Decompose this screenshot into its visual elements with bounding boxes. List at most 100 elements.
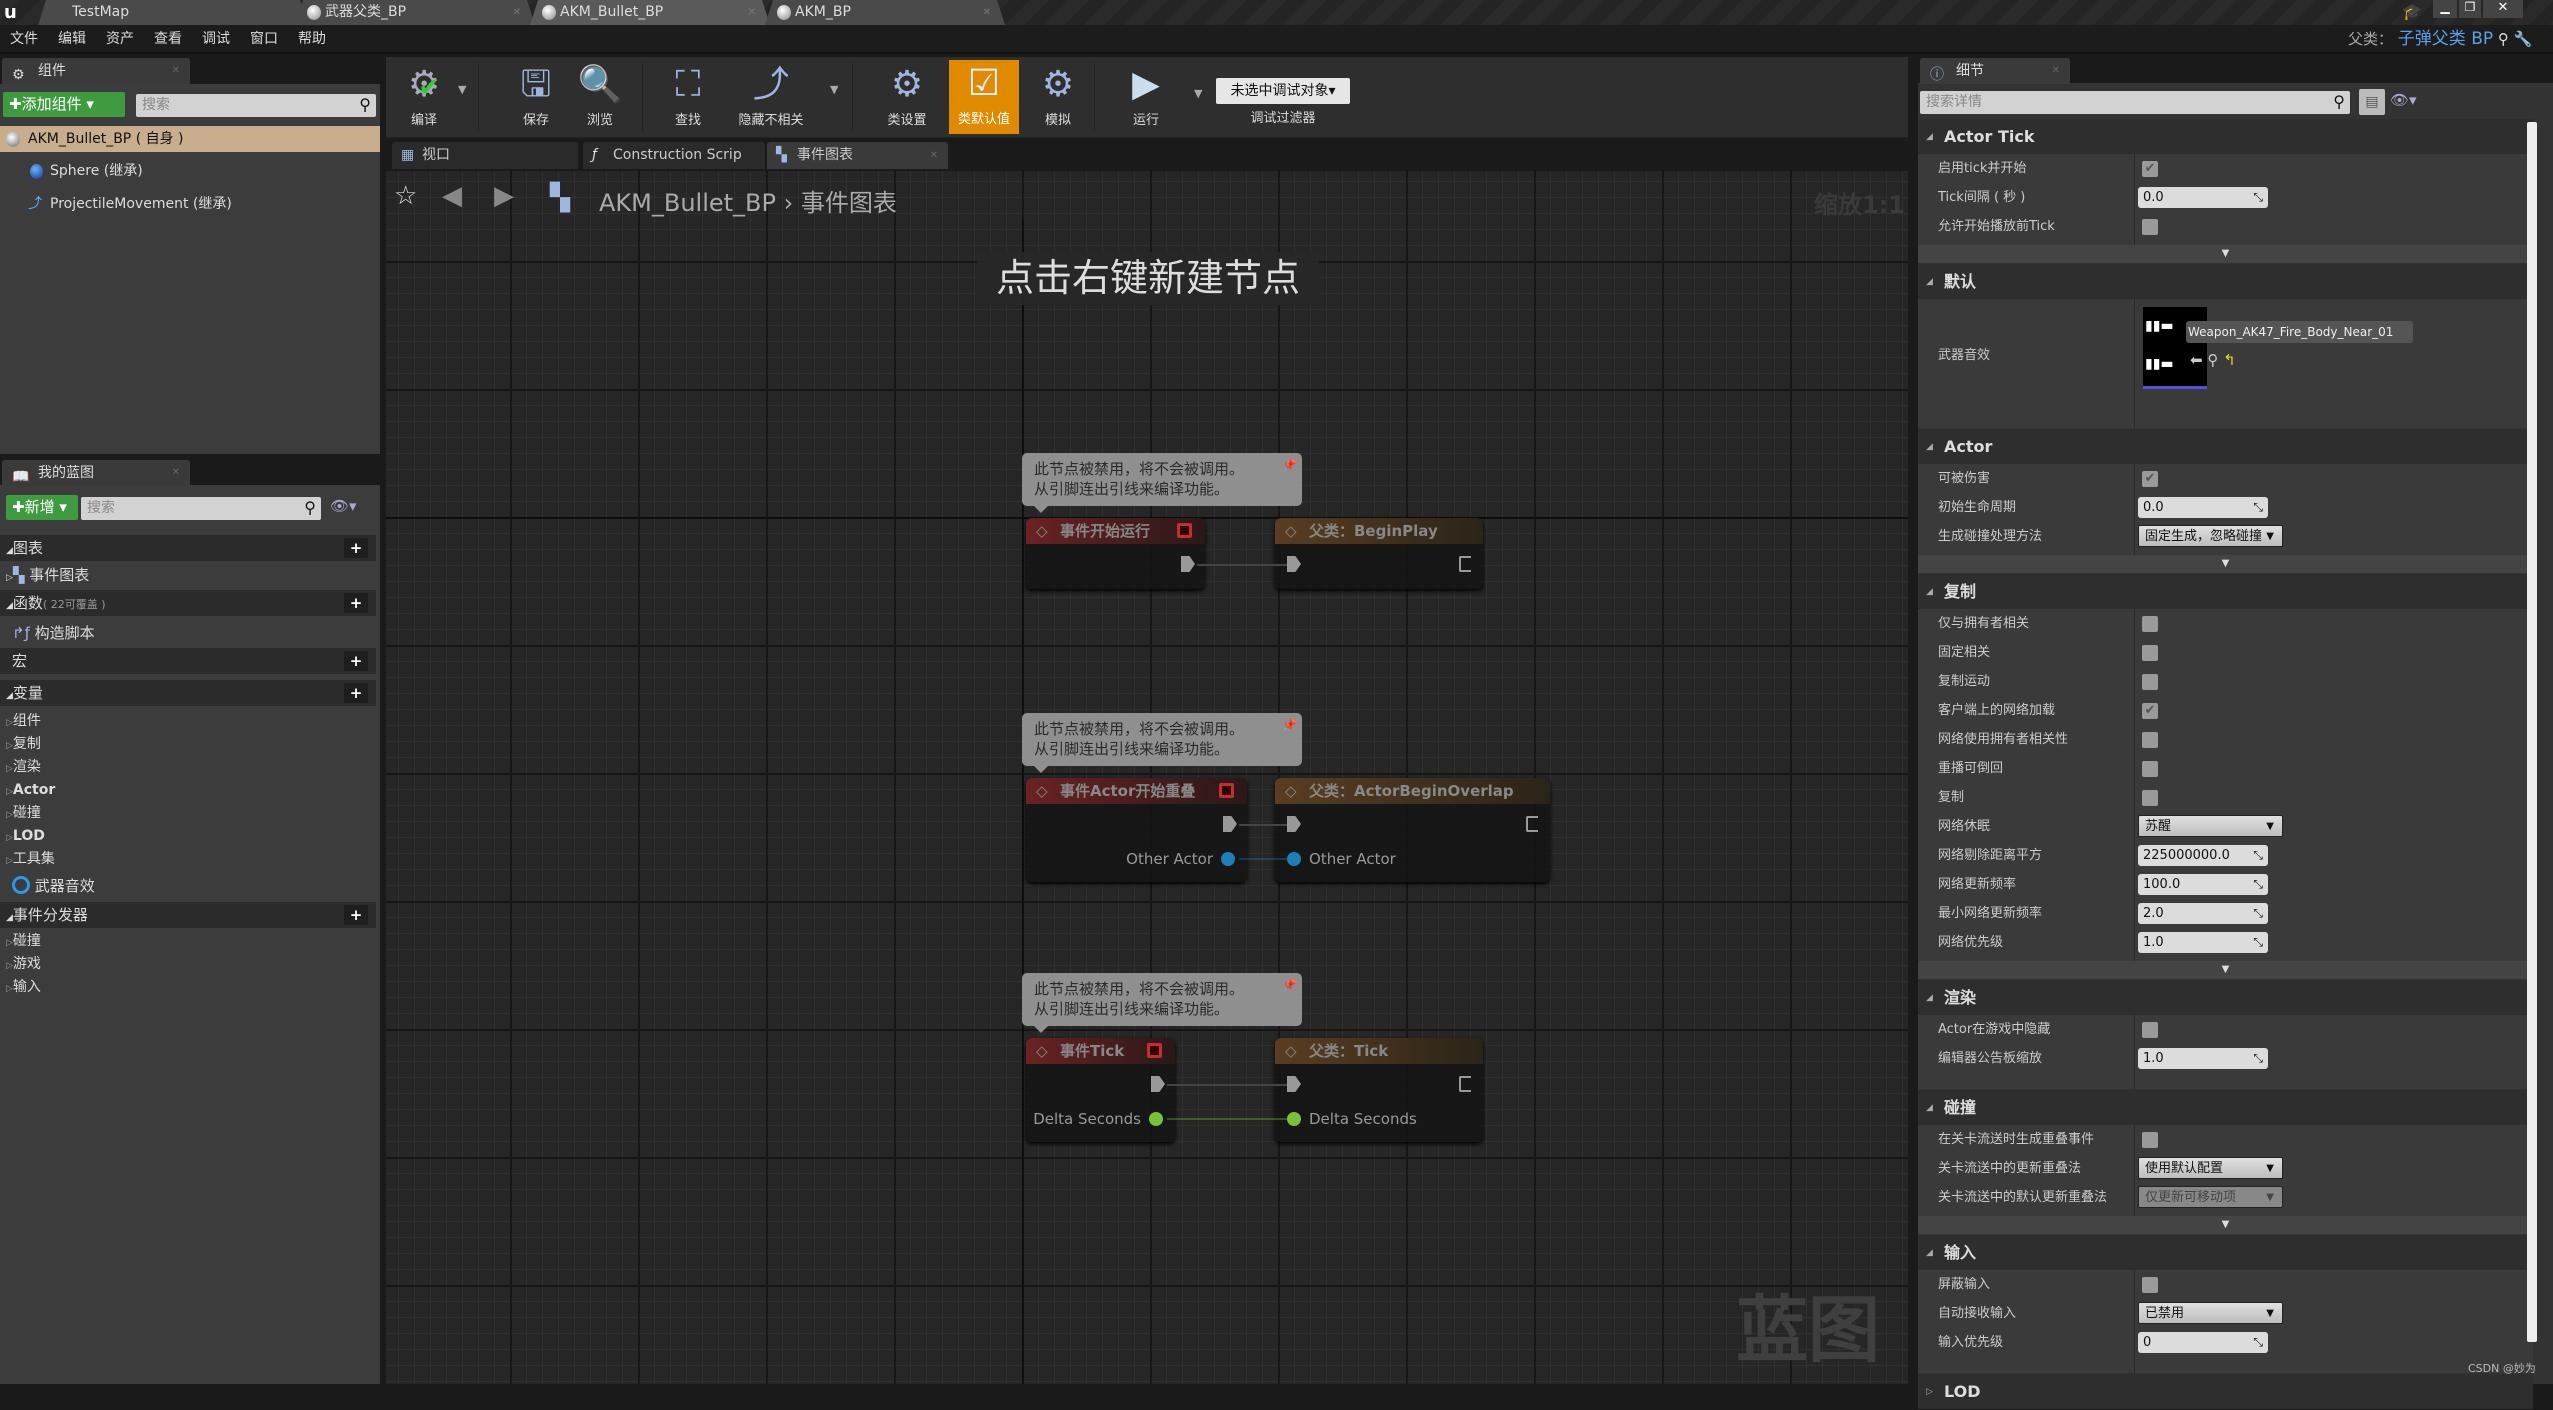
add-variable-button[interactable]: + bbox=[344, 683, 368, 703]
parent-call-node[interactable]: ◇ 父类：ActorBeginOverlap Other Actor bbox=[1275, 778, 1550, 882]
exec-out-pin[interactable] bbox=[1181, 556, 1195, 572]
property-number-input[interactable]: 225000000.0 bbox=[2138, 845, 2268, 866]
component-projectile-movement[interactable]: ⤴ ProjectileMovement (继承) bbox=[0, 191, 380, 217]
save-button[interactable]: 🖫 保存 bbox=[508, 61, 564, 133]
close-icon[interactable]: ✕ bbox=[748, 0, 756, 25]
exec-out-pin[interactable] bbox=[1223, 816, 1237, 832]
browse-button[interactable]: 🔍 浏览 bbox=[572, 61, 628, 133]
property-dropdown[interactable]: 已禁用 bbox=[2138, 1302, 2283, 1325]
variable-category[interactable]: ▷碰撞 bbox=[0, 802, 376, 825]
maximize-button[interactable]: ❐ bbox=[2459, 0, 2481, 18]
use-selected-arrow-icon[interactable]: ⬅ bbox=[2190, 351, 2207, 369]
close-icon[interactable]: ✕ bbox=[930, 142, 938, 169]
variable-category[interactable]: ▷渲染 bbox=[0, 756, 376, 779]
forward-arrow-icon[interactable]: ▶ bbox=[494, 181, 514, 211]
section-variables[interactable]: ◢变量 + bbox=[0, 680, 376, 706]
close-icon[interactable]: ✕ bbox=[172, 58, 180, 84]
add-graph-button[interactable]: + bbox=[344, 538, 368, 558]
doc-tab-weapon-parent[interactable]: 武器父类_BP ✕ bbox=[295, 0, 535, 25]
sound-wave-thumbnail[interactable]: ▮▮▬ ▮▮▬ bbox=[2143, 307, 2207, 389]
event-node[interactable]: ◇ 事件开始运行 bbox=[1026, 518, 1205, 589]
property-checkbox[interactable] bbox=[2142, 219, 2158, 235]
section-functions[interactable]: ◢函数( 22可覆盖 ) + bbox=[0, 590, 376, 616]
menu-debug[interactable]: 调试 bbox=[192, 25, 240, 54]
close-icon[interactable]: ✕ bbox=[2052, 58, 2060, 84]
tab-event-graph[interactable]: ▚ 事件图表 ✕ bbox=[767, 142, 948, 169]
property-number-input[interactable]: 1.0 bbox=[2138, 1048, 2268, 1069]
tab-my-blueprint[interactable]: 📖 我的蓝图 ✕ bbox=[2, 460, 190, 486]
hide-unrelated-button[interactable]: ⤴ 隐藏不相关 bbox=[726, 61, 816, 133]
section-macros[interactable]: 宏 + bbox=[0, 648, 376, 674]
property-number-input[interactable]: 0 bbox=[2138, 1332, 2268, 1353]
debug-object-dropdown[interactable]: 未选中调试对象▾ bbox=[1216, 78, 1350, 104]
variable-weapon-sound[interactable]: 武器音效 bbox=[0, 873, 376, 899]
doc-tab-testmap[interactable]: TestMap bbox=[38, 0, 308, 25]
variable-category[interactable]: ▷组件 bbox=[0, 710, 376, 733]
parent-call-node[interactable]: ◇ 父类：Tick Delta Seconds bbox=[1275, 1038, 1483, 1142]
data-out-pin[interactable] bbox=[1149, 1112, 1163, 1126]
data-in-pin[interactable] bbox=[1287, 852, 1301, 866]
variable-category[interactable]: ▷LOD bbox=[0, 825, 376, 848]
event-node[interactable]: ◇ 事件Actor开始重叠 Other Actor bbox=[1026, 778, 1247, 882]
menu-view[interactable]: 查看 bbox=[144, 25, 192, 54]
new-button[interactable]: ✚新增 ▾ bbox=[6, 495, 78, 520]
blueprint-search-input[interactable]: 搜索 ⚲ bbox=[81, 497, 321, 520]
advanced-expander-icon[interactable]: ▼ bbox=[1918, 961, 2533, 979]
tab-details[interactable]: ⓘ 细节 ✕ bbox=[1920, 58, 2070, 84]
doc-tab-akm-bullet[interactable]: AKM_Bullet_BP ✕ bbox=[530, 0, 770, 25]
add-function-button[interactable]: + bbox=[344, 593, 368, 613]
breadcrumb-graph[interactable]: 事件图表 bbox=[801, 189, 897, 217]
property-number-input[interactable]: 0.0 bbox=[2138, 497, 2268, 518]
browse-search-icon[interactable]: ⚲ bbox=[2207, 351, 2223, 369]
menu-file[interactable]: 文件 bbox=[0, 25, 48, 54]
variable-category[interactable]: ▷工具集 bbox=[0, 848, 376, 871]
exec-out-pin[interactable] bbox=[1459, 556, 1471, 572]
menu-window[interactable]: 窗口 bbox=[240, 25, 288, 54]
play-button[interactable]: ▶ 运行 bbox=[1116, 61, 1176, 133]
add-macro-button[interactable]: + bbox=[344, 651, 368, 671]
event-node[interactable]: ◇ 事件Tick Delta Seconds bbox=[1026, 1038, 1175, 1142]
graph-item-event-graph[interactable]: ▷▚ 事件图表 bbox=[0, 564, 376, 587]
function-item-construction-script[interactable]: ↱ƒ 构造脚本 bbox=[0, 622, 376, 645]
details-section-header[interactable]: Actor bbox=[1918, 428, 2533, 465]
variable-category[interactable]: ▷Actor bbox=[0, 779, 376, 802]
details-scrollbar[interactable] bbox=[2527, 122, 2537, 1342]
pin-icon[interactable]: 📌 bbox=[1282, 455, 1297, 475]
exec-in-pin[interactable] bbox=[1287, 1076, 1301, 1092]
property-checkbox[interactable] bbox=[2142, 1132, 2158, 1148]
property-checkbox[interactable]: ✔ bbox=[2142, 471, 2158, 487]
property-number-input[interactable]: 0.0 bbox=[2138, 187, 2268, 208]
details-section-header[interactable]: Actor Tick bbox=[1918, 118, 2533, 155]
details-section-header[interactable]: 复制 bbox=[1918, 573, 2533, 610]
advanced-expander-icon[interactable]: ▼ bbox=[1918, 555, 2533, 573]
property-checkbox[interactable] bbox=[2142, 790, 2158, 806]
dispatcher-category[interactable]: ▷输入 bbox=[0, 976, 376, 999]
advanced-expander-icon[interactable]: ▼ bbox=[1918, 1216, 2533, 1234]
details-section-header[interactable]: 默认 bbox=[1918, 263, 2533, 300]
back-arrow-icon[interactable]: ◀ bbox=[442, 181, 462, 211]
pin-icon[interactable]: 📌 bbox=[1282, 715, 1297, 735]
menu-asset[interactable]: 资产 bbox=[96, 25, 144, 54]
property-checkbox[interactable]: ✔ bbox=[2142, 703, 2158, 719]
property-checkbox[interactable] bbox=[2142, 761, 2158, 777]
search-icon[interactable]: ⚲ bbox=[2498, 30, 2509, 48]
data-in-pin[interactable] bbox=[1287, 1112, 1301, 1126]
details-section-header[interactable]: 渲染 bbox=[1918, 979, 2533, 1016]
parent-class-link[interactable]: 子弹父类 BP bbox=[2398, 29, 2493, 49]
simulate-button[interactable]: ⚙ 模拟 bbox=[1030, 61, 1086, 133]
minimize-button[interactable]: ▁ bbox=[2433, 0, 2457, 18]
menu-edit[interactable]: 编辑 bbox=[48, 25, 96, 54]
details-section-header[interactable]: 碰撞 bbox=[1918, 1089, 2533, 1126]
property-checkbox[interactable] bbox=[2142, 1022, 2158, 1038]
section-event-dispatchers[interactable]: ◢事件分发器 + bbox=[0, 902, 376, 928]
learn-icon[interactable]: 🎓 bbox=[2402, 2, 2422, 21]
parent-call-node[interactable]: ◇ 父类：BeginPlay bbox=[1275, 518, 1483, 589]
property-checkbox[interactable] bbox=[2142, 674, 2158, 690]
exec-in-pin[interactable] bbox=[1287, 816, 1301, 832]
property-dropdown[interactable]: 苏醒 bbox=[2138, 815, 2283, 838]
exec-out-pin[interactable] bbox=[1459, 1076, 1471, 1092]
menu-help[interactable]: 帮助 bbox=[288, 25, 336, 54]
close-icon[interactable]: ✕ bbox=[983, 0, 991, 25]
component-search-input[interactable]: 搜索 ⚲ bbox=[136, 94, 376, 117]
tab-viewport[interactable]: ▦ 视口 bbox=[392, 142, 578, 169]
